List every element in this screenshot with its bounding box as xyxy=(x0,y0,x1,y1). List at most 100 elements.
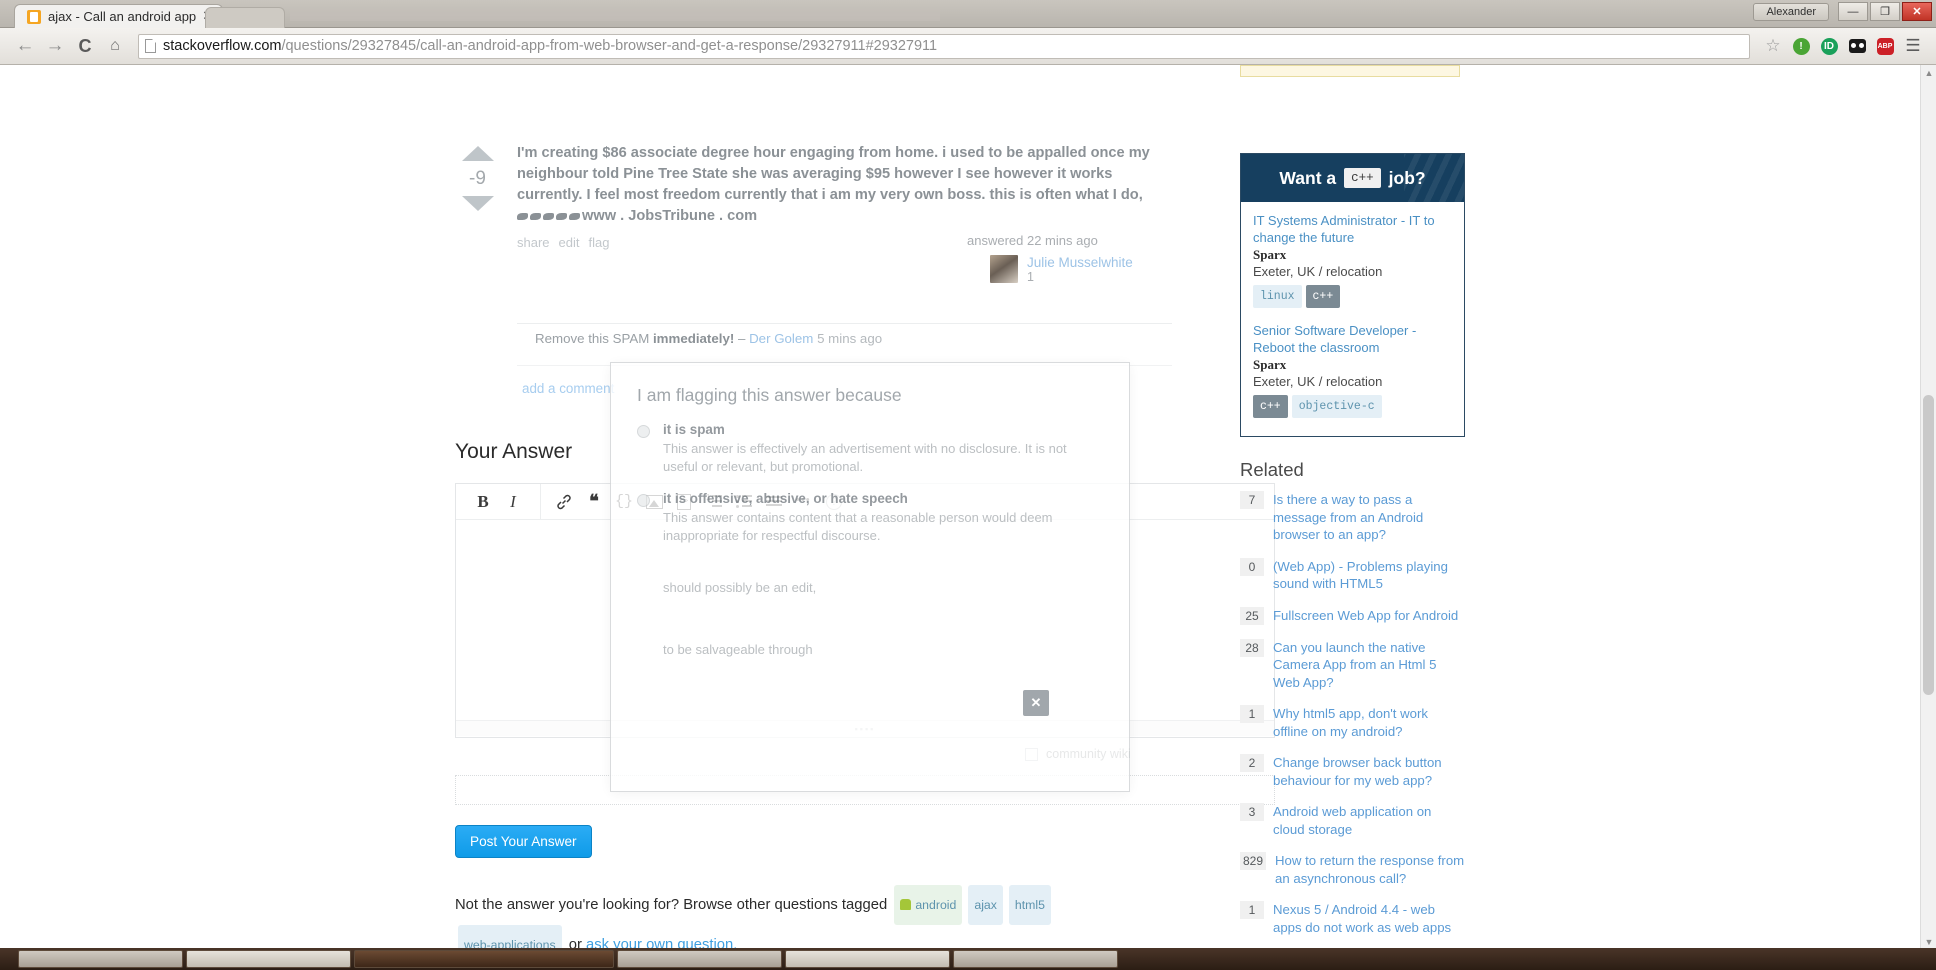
related-heading: Related xyxy=(1240,459,1304,480)
taskbar-item[interactable] xyxy=(617,950,782,968)
related-questions-list: 7 Is there a way to pass a message from … xyxy=(1240,491,1465,950)
answer-spam-url: www . JobsTribune . com xyxy=(582,208,758,224)
flag-link[interactable]: flag xyxy=(589,235,610,250)
job-tag-objective-c[interactable]: objective-c xyxy=(1291,395,1382,418)
bold-icon[interactable]: B xyxy=(470,489,496,515)
flag-option-offensive[interactable]: it is offensive, abusive, or hate speech… xyxy=(637,491,1103,545)
list-item[interactable]: 2 Change browser back button behaviour f… xyxy=(1240,754,1465,789)
flag-option-should-be-edit[interactable]: should possibly be an edit, xyxy=(637,579,1103,597)
taskbar-item[interactable] xyxy=(953,950,1118,968)
reload-icon[interactable]: C xyxy=(70,32,100,60)
comment-text: Remove this SPAM xyxy=(535,331,653,346)
related-title-link[interactable]: Nexus 5 / Android 4.4 - web apps do not … xyxy=(1273,901,1465,936)
lastpass-icon[interactable]: ID xyxy=(1816,33,1842,59)
post-your-answer-button[interactable]: Post Your Answer xyxy=(455,825,592,858)
upvote-icon[interactable] xyxy=(461,146,494,161)
share-link[interactable]: share xyxy=(517,235,550,250)
job-title-link[interactable]: Senior Software Developer - Reboot the c… xyxy=(1253,322,1452,356)
adblock-plus-icon[interactable]: ABP xyxy=(1872,33,1898,59)
comment-emphasis: immediately! xyxy=(652,331,735,346)
flag-option-desc: should possibly be an edit, xyxy=(663,580,817,595)
tag-ajax[interactable]: ajax xyxy=(968,885,1003,925)
job-tag-cpp[interactable]: c++ xyxy=(1305,285,1341,308)
avatar[interactable] xyxy=(990,255,1018,283)
chrome-menu-icon[interactable]: ☰ xyxy=(1900,33,1926,59)
list-item[interactable]: 1 Nexus 5 / Android 4.4 - web apps do no… xyxy=(1240,901,1465,936)
scroll-up-icon[interactable]: ▲ xyxy=(1921,65,1936,81)
radio-icon[interactable] xyxy=(637,494,650,507)
tag-web-applications[interactable]: web-applications xyxy=(458,925,562,950)
notice-banner-cutoff xyxy=(1240,65,1460,77)
list-item[interactable]: 0 (Web App) - Problems playing sound wit… xyxy=(1240,557,1465,593)
window-close-button[interactable]: ✕ xyxy=(1902,2,1932,21)
job-listing: Senior Software Developer - Reboot the c… xyxy=(1253,322,1452,418)
related-title-link[interactable]: Is there a way to pass a message from an… xyxy=(1273,491,1465,544)
related-title-link[interactable]: Can you launch the native Camera App fro… xyxy=(1273,639,1465,692)
list-item[interactable]: 7 Is there a way to pass a message from … xyxy=(1240,491,1465,544)
link-icon[interactable] xyxy=(551,489,577,515)
flag-option-label: it is offensive, abusive, or hate speech xyxy=(663,491,908,506)
related-title-link[interactable]: Change browser back button behaviour for… xyxy=(1273,754,1465,789)
taskbar-item[interactable] xyxy=(186,950,351,968)
related-title-link[interactable]: How to return the response from an async… xyxy=(1275,852,1465,887)
downvote-icon[interactable] xyxy=(461,196,494,211)
window-minimize-button[interactable]: — xyxy=(1838,2,1868,21)
radio-icon[interactable] xyxy=(637,425,650,438)
extension-green-icon[interactable]: ! xyxy=(1788,33,1814,59)
list-item[interactable]: 829 How to return the response from an a… xyxy=(1240,852,1465,887)
taskbar-item[interactable] xyxy=(18,950,183,968)
comment-item: Remove this SPAM immediately! – Der Gole… xyxy=(535,331,882,346)
forward-icon[interactable]: → xyxy=(40,32,70,60)
list-item[interactable]: 3 Android web application on cloud stora… xyxy=(1240,803,1465,838)
tag-label: android xyxy=(915,898,957,912)
job-title-link[interactable]: IT Systems Administrator - IT to change … xyxy=(1253,212,1452,246)
list-item[interactable]: 25 Fullscreen Web App for Android xyxy=(1240,606,1465,625)
tag-html5[interactable]: html5 xyxy=(1008,885,1051,925)
page-info-icon[interactable] xyxy=(145,39,156,53)
jobs-head-tech-chip: c++ xyxy=(1344,168,1381,188)
answer-body: I'm creating $86 associate degree hour e… xyxy=(517,143,1177,227)
chrome-profile-button[interactable]: Alexander xyxy=(1753,2,1829,21)
list-item[interactable]: 1 Why html5 app, don't work offline on m… xyxy=(1240,705,1465,740)
taskbar-item[interactable] xyxy=(354,950,614,968)
related-votes: 2 xyxy=(1240,754,1264,772)
job-tag-linux[interactable]: linux xyxy=(1253,285,1302,308)
italic-icon[interactable]: I xyxy=(500,489,526,515)
home-icon[interactable]: ⌂ xyxy=(100,32,130,60)
page-scrollbar[interactable]: ▲ ▼ xyxy=(1920,65,1936,950)
taskbar xyxy=(0,948,1936,970)
android-icon xyxy=(900,899,912,910)
obfuscation-blob-icon xyxy=(556,212,567,220)
back-icon[interactable]: ← xyxy=(10,32,40,60)
blockquote-icon[interactable]: ❝ xyxy=(581,489,607,515)
page-viewport: -9 I'm creating $86 associate degree hou… xyxy=(0,65,1936,950)
panda-icon[interactable] xyxy=(1844,33,1870,59)
tag-android[interactable]: android xyxy=(894,885,963,925)
browser-window: ajax - Call an android app ✕ Alexander —… xyxy=(0,0,1936,950)
job-listing: IT Systems Administrator - IT to change … xyxy=(1253,212,1452,308)
new-tab-button[interactable] xyxy=(205,7,285,28)
close-icon[interactable]: ✕ xyxy=(1023,690,1049,716)
related-title-link[interactable]: Android web application on cloud storage xyxy=(1273,803,1465,838)
flag-option-spam[interactable]: it is spam This answer is effectively an… xyxy=(637,422,1103,476)
list-item[interactable]: 28 Can you launch the native Camera App … xyxy=(1240,638,1465,692)
bookmark-star-icon[interactable]: ☆ xyxy=(1760,33,1786,59)
related-title-link[interactable]: (Web App) - Problems playing sound with … xyxy=(1273,558,1465,593)
taskbar-item[interactable] xyxy=(785,950,950,968)
browser-tab-active[interactable]: ajax - Call an android app ✕ xyxy=(14,4,224,28)
address-bar[interactable]: stackoverflow.com/questions/29327845/cal… xyxy=(138,33,1750,59)
tab-strip-empty-area xyxy=(290,9,940,21)
answer-user-card: answered 22 mins ago Julie Musselwhite 1 xyxy=(967,233,1177,284)
flag-option-not-an-answer[interactable]: to be salvageable through xyxy=(637,641,1103,659)
answer-author-link[interactable]: Julie Musselwhite xyxy=(1027,255,1133,270)
edit-link[interactable]: edit xyxy=(559,235,580,250)
answer-author-reputation: 1 xyxy=(1027,270,1034,284)
flag-option-desc: This answer is effectively an advertisem… xyxy=(663,441,1067,474)
scrollbar-thumb[interactable] xyxy=(1923,395,1934,695)
job-tag-cpp[interactable]: c++ xyxy=(1253,395,1288,418)
related-title-link[interactable]: Why html5 app, don't work offline on my … xyxy=(1273,705,1465,740)
add-comment-link[interactable]: add a comment xyxy=(522,381,614,396)
window-maximize-button[interactable]: ❐ xyxy=(1870,2,1900,21)
related-title-link[interactable]: Fullscreen Web App for Android xyxy=(1273,607,1458,625)
comment-author-link[interactable]: Der Golem xyxy=(749,331,813,346)
